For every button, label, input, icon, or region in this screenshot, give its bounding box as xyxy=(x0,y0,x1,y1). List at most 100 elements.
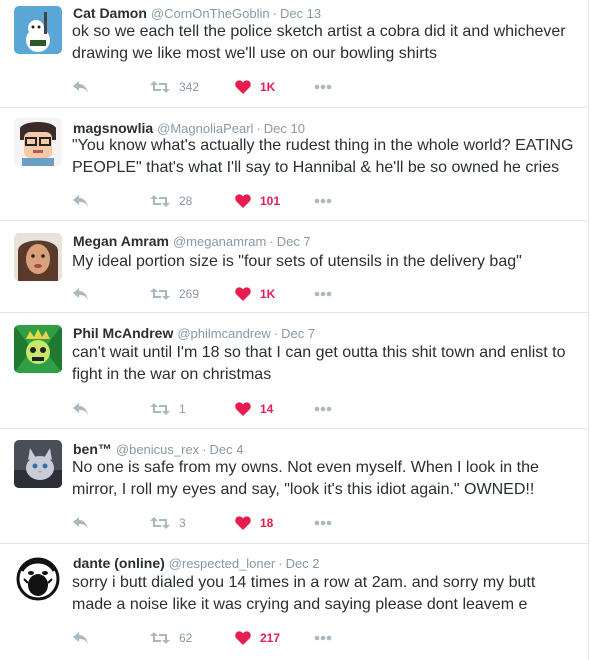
avatar[interactable] xyxy=(14,440,62,488)
retweet-icon xyxy=(150,517,170,529)
tweet-header: dante (online) @respected_loner · Dec 2 xyxy=(73,554,320,573)
reply-button[interactable] xyxy=(72,628,90,648)
more-button[interactable] xyxy=(314,284,332,304)
like-count: 14 xyxy=(260,402,274,416)
reply-button[interactable] xyxy=(72,77,90,97)
tweet-timeline: Cat Damon @CornOnTheGoblin · Dec 13 ok so w… xyxy=(0,0,591,660)
like-count: 1K xyxy=(260,80,276,94)
tweet-actions: 342 1K xyxy=(72,77,372,97)
more-button[interactable] xyxy=(314,513,332,533)
separator: · xyxy=(202,442,207,457)
timestamp[interactable]: Dec 7 xyxy=(277,234,311,249)
reply-button[interactable] xyxy=(72,284,90,304)
timestamp[interactable]: Dec 10 xyxy=(264,121,305,136)
more-button[interactable] xyxy=(314,191,332,211)
tweet[interactable]: dante (online) @respected_loner · Dec 2 sor… xyxy=(0,544,589,660)
username[interactable]: @MagnoliaPearl xyxy=(157,121,253,136)
retweet-button[interactable]: 342 xyxy=(150,77,199,97)
tweet-header: Megan Amram @meganamram · Dec 7 xyxy=(73,232,311,251)
tweet-actions: 28 101 xyxy=(72,191,372,211)
reply-button[interactable] xyxy=(72,191,90,211)
reply-icon xyxy=(73,517,88,529)
avatar[interactable] xyxy=(14,325,62,373)
tweet[interactable]: Megan Amram @meganamram · Dec 7 My ideal po… xyxy=(0,221,589,313)
like-count: 217 xyxy=(260,631,281,645)
separator: · xyxy=(272,6,277,21)
tweet-actions: 3 18 xyxy=(72,513,372,533)
avatar[interactable] xyxy=(14,118,62,166)
reply-icon xyxy=(73,81,88,93)
like-button[interactable]: 14 xyxy=(235,399,273,419)
like-button[interactable]: 101 xyxy=(235,191,280,211)
like-button[interactable]: 18 xyxy=(235,513,273,533)
heart-icon xyxy=(235,287,251,301)
reply-icon xyxy=(73,403,88,415)
username[interactable]: @benicus_rex xyxy=(116,442,199,457)
separator: · xyxy=(256,121,261,136)
retweet-button[interactable]: 1 xyxy=(150,399,186,419)
timestamp[interactable]: Dec 13 xyxy=(280,6,321,21)
retweet-count: 269 xyxy=(179,287,200,301)
more-icon xyxy=(314,520,332,526)
tweet[interactable]: Cat Damon @CornOnTheGoblin · Dec 13 ok so w… xyxy=(0,0,589,108)
like-count: 18 xyxy=(260,516,274,530)
avatar[interactable] xyxy=(14,555,62,603)
like-button[interactable]: 1K xyxy=(235,77,275,97)
username[interactable]: @philmcandrew xyxy=(177,326,270,341)
like-button[interactable]: 1K xyxy=(235,284,275,304)
like-count: 1K xyxy=(260,287,276,301)
username[interactable]: @meganamram xyxy=(173,234,266,249)
fullname[interactable]: Cat Damon xyxy=(73,5,147,21)
fullname[interactable]: Megan Amram xyxy=(73,233,169,249)
reply-button[interactable] xyxy=(72,399,90,419)
separator: · xyxy=(273,326,279,341)
fullname[interactable]: ben™ xyxy=(73,441,112,457)
avatar[interactable] xyxy=(14,233,62,281)
more-icon xyxy=(314,84,332,90)
heart-icon xyxy=(235,516,251,530)
more-button[interactable] xyxy=(314,399,332,419)
heart-icon xyxy=(235,194,251,208)
heart-icon xyxy=(235,80,251,94)
retweet-button[interactable]: 28 xyxy=(150,191,192,211)
retweet-count: 1 xyxy=(179,402,186,416)
retweet-button[interactable]: 3 xyxy=(150,513,186,533)
like-count: 101 xyxy=(260,194,281,208)
tweet-actions: 62 217 xyxy=(72,628,372,648)
more-icon xyxy=(314,291,332,297)
retweet-button[interactable]: 269 xyxy=(150,284,199,304)
fullname[interactable]: magsnowlia xyxy=(73,120,153,136)
tweet-text: No one is safe from my owns. Not even my… xyxy=(72,459,539,498)
more-button[interactable] xyxy=(314,77,332,97)
separator: · xyxy=(269,234,274,249)
timestamp[interactable]: Dec 2 xyxy=(286,556,320,571)
username[interactable]: @respected_loner xyxy=(169,556,275,571)
timestamp[interactable]: Dec 4 xyxy=(210,442,244,457)
tweet[interactable]: magsnowlia @MagnoliaPearl · Dec 10 "You kno… xyxy=(0,108,589,221)
avatar[interactable] xyxy=(14,6,62,54)
more-icon xyxy=(314,635,332,641)
retweet-icon xyxy=(150,288,170,300)
tweet-header: Phil McAndrew @philmcandrew · Dec 7 xyxy=(73,324,315,343)
heart-icon xyxy=(235,631,251,645)
username[interactable]: @CornOnTheGoblin xyxy=(151,6,270,21)
reply-button[interactable] xyxy=(72,513,90,533)
retweet-count: 28 xyxy=(179,194,193,208)
tweet-text: sorry i butt dialed you 14 times in a ro… xyxy=(72,574,536,613)
retweet-count: 62 xyxy=(179,631,193,645)
retweet-button[interactable]: 62 xyxy=(150,628,192,648)
fullname[interactable]: Phil McAndrew xyxy=(73,325,173,341)
retweet-icon xyxy=(150,632,170,644)
tweet-actions: 269 1K xyxy=(72,284,372,304)
separator: · xyxy=(278,556,283,571)
reply-icon xyxy=(73,195,88,207)
fullname[interactable]: dante (online) xyxy=(73,555,165,571)
more-button[interactable] xyxy=(314,628,332,648)
timestamp[interactable]: Dec 7 xyxy=(281,326,315,341)
tweet[interactable]: ben™ @benicus_rex · Dec 4 No one is safe fr… xyxy=(0,429,589,544)
retweet-count: 342 xyxy=(179,80,200,94)
like-button[interactable]: 217 xyxy=(235,628,280,648)
tweet[interactable]: Phil McAndrew @philmcandrew · Dec 7 can't w… xyxy=(0,313,589,429)
tweet-text: ok so we each tell the police sketch art… xyxy=(72,23,566,62)
retweet-count: 3 xyxy=(179,516,186,530)
